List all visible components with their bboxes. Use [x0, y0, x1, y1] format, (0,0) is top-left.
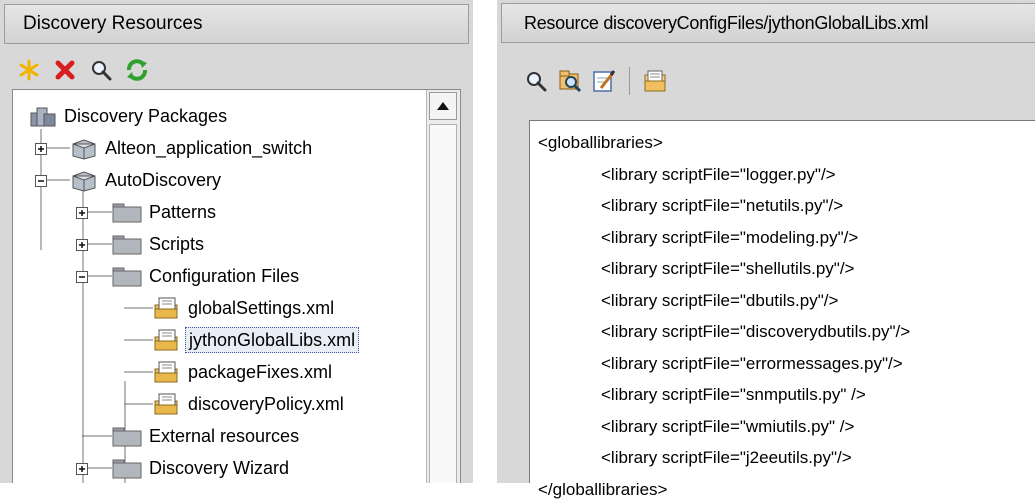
- folder-icon: [112, 424, 142, 448]
- collapse-icon[interactable]: [76, 270, 88, 283]
- panel-header: Discovery Resources: [4, 4, 469, 44]
- tree-node[interactable]: discoveryPolicy.xml: [153, 390, 347, 418]
- xml-line: <library scriptFile="logger.py"/>: [601, 164, 836, 184]
- tree-node-label: Scripts: [149, 234, 205, 254]
- properties-icon[interactable]: [642, 68, 668, 94]
- tree-node[interactable]: Patterns: [112, 198, 219, 226]
- xml-line: <library scriptFile="modeling.py"/>: [601, 227, 859, 247]
- search-icon[interactable]: [523, 68, 549, 94]
- edit-icon[interactable]: [591, 68, 617, 94]
- tree-node-label: Patterns: [149, 202, 217, 222]
- vertical-scrollbar[interactable]: [426, 90, 460, 483]
- tree-node[interactable]: External resources: [112, 422, 302, 450]
- new-star-icon[interactable]: [16, 57, 42, 83]
- expand-icon[interactable]: [76, 462, 88, 475]
- folder-icon: [112, 264, 142, 288]
- tree-node[interactable]: AutoDiscovery: [70, 166, 224, 194]
- package-icon: [70, 168, 98, 192]
- resource-toolbar: [523, 64, 668, 98]
- tree-node[interactable]: Configuration Files: [112, 262, 302, 290]
- discovery-resources-panel: Discovery Resources Discovery Packages A…: [0, 0, 473, 483]
- scroll-thumb[interactable]: [429, 124, 457, 483]
- tree-node-label: globalSettings.xml: [188, 298, 335, 318]
- folder-icon: [112, 456, 142, 480]
- tree-node[interactable]: jythonGlobalLibs.xml: [153, 326, 360, 354]
- resources-toolbar: [16, 55, 150, 85]
- toolbar-separator: [629, 67, 630, 95]
- package-icon: [70, 136, 98, 160]
- xml-line: <library scriptFile="shellutils.py"/>: [601, 259, 855, 278]
- config-file-icon: [153, 392, 181, 416]
- xml-line: <library scriptFile="netutils.py"/>: [601, 196, 844, 215]
- search-icon[interactable]: [88, 57, 114, 83]
- tree-node[interactable]: Alteon_application_switch: [70, 134, 315, 162]
- tree-node-label: Discovery Packages: [64, 106, 228, 126]
- config-file-icon: [153, 328, 181, 352]
- tree-node-label: External resources: [149, 426, 300, 446]
- tree-node[interactable]: Discovery Packages: [29, 102, 230, 130]
- xml-line: <library scriptFile="dbutils.py"/>: [601, 290, 839, 310]
- find-resource-icon[interactable]: [557, 68, 583, 94]
- tree-node-label: AutoDiscovery: [105, 170, 222, 190]
- folder-icon: [112, 200, 142, 224]
- panel-header: Resource discoveryConfigFiles/jythonGlob…: [501, 3, 1035, 43]
- xml-line: <library scriptFile="j2eeutils.py"/>: [601, 448, 852, 467]
- config-file-icon: [153, 296, 181, 320]
- xml-line: <library scriptFile="snmputils.py" />: [601, 385, 866, 404]
- tree-node-label: Discovery Wizard: [149, 458, 290, 478]
- expand-icon[interactable]: [76, 238, 88, 251]
- tree-node-label: jythonGlobalLibs.xml: [185, 327, 360, 353]
- xml-line: <library scriptFile="errormessages.py"/>: [601, 353, 903, 373]
- tree-node[interactable]: Discovery Wizard: [112, 454, 292, 482]
- folder-icon: [112, 232, 142, 256]
- collapse-icon[interactable]: [35, 174, 47, 187]
- scroll-up-button[interactable]: [429, 92, 457, 120]
- xml-content-view[interactable]: <globallibraries> <library scriptFile="lo…: [529, 120, 1035, 499]
- packages-root-icon: [29, 104, 57, 128]
- tree-node-label: packageFixes.xml: [188, 362, 333, 382]
- tree-node-label: Configuration Files: [149, 266, 300, 286]
- tree-node[interactable]: packageFixes.xml: [153, 358, 335, 386]
- tree-node[interactable]: Scripts: [112, 230, 207, 258]
- delete-x-icon[interactable]: [52, 57, 78, 83]
- expand-icon[interactable]: [35, 142, 47, 155]
- xml-line: <library scriptFile="wmiutils.py" />: [601, 416, 855, 436]
- refresh-icon[interactable]: [124, 57, 150, 83]
- expand-icon[interactable]: [76, 206, 88, 219]
- resource-viewer-panel: Resource discoveryConfigFiles/jythonGlob…: [497, 0, 1035, 499]
- panel-title: Discovery Resources: [23, 13, 203, 34]
- xml-line: <globallibraries>: [538, 133, 663, 152]
- panel-title: Resource discoveryConfigFiles/jythonGlob…: [524, 13, 929, 33]
- tree-node-label: Alteon_application_switch: [105, 138, 313, 158]
- xml-line: <library scriptFile="discoverydbutils.py…: [601, 322, 911, 341]
- resource-tree[interactable]: Discovery Packages Alteon_application_swi…: [12, 89, 461, 483]
- tree-node-label: discoveryPolicy.xml: [188, 394, 344, 414]
- config-file-icon: [153, 360, 181, 384]
- tree-node[interactable]: globalSettings.xml: [153, 294, 337, 322]
